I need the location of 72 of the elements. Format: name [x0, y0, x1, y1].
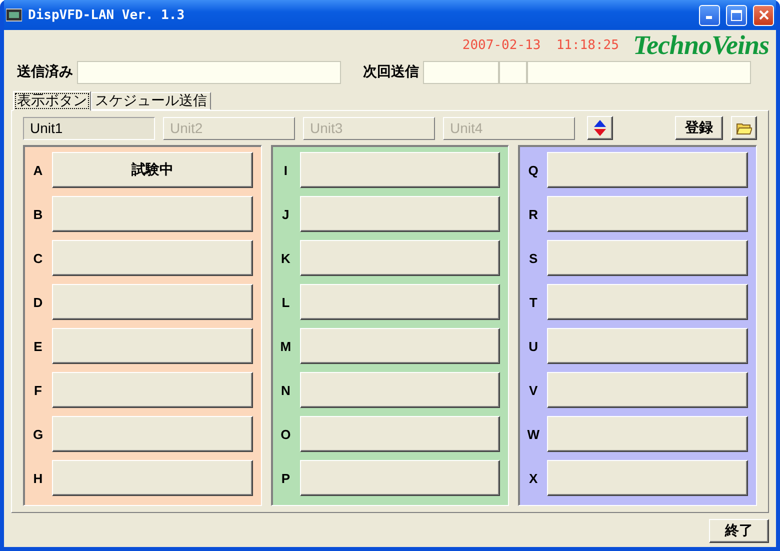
row-letter: C — [32, 250, 44, 266]
window-title: DispVFD-LAN Ver. 1.3 — [28, 8, 186, 22]
display-button[interactable] — [52, 460, 253, 496]
display-button[interactable] — [300, 328, 500, 364]
unit-tab[interactable]: Unit1 — [23, 116, 155, 140]
folder-icon — [736, 122, 752, 134]
sent-field[interactable] — [77, 60, 341, 84]
display-button[interactable] — [547, 372, 748, 408]
display-button[interactable] — [300, 284, 500, 320]
display-button[interactable] — [52, 284, 253, 320]
row-letter: I — [282, 162, 288, 178]
maximize-button[interactable] — [726, 4, 747, 26]
row-letter: O — [280, 426, 292, 442]
display-button[interactable] — [52, 372, 253, 408]
row-letter: K — [280, 250, 292, 266]
register-button[interactable]: 登録 — [675, 116, 723, 140]
row-letter: F — [33, 382, 43, 398]
display-button[interactable] — [547, 328, 748, 364]
open-button[interactable] — [731, 116, 757, 140]
next-message-field[interactable] — [527, 60, 751, 84]
display-button[interactable] — [52, 240, 253, 276]
swap-button[interactable] — [587, 116, 613, 140]
display-button[interactable] — [547, 196, 748, 232]
display-button[interactable] — [547, 460, 748, 496]
row-letter: V — [528, 382, 539, 398]
row-letter: E — [32, 338, 44, 354]
row-letter: Q — [527, 162, 540, 178]
next-field[interactable] — [499, 60, 527, 84]
close-button[interactable] — [753, 4, 774, 26]
row-letter: D — [32, 294, 44, 310]
display-button[interactable] — [300, 372, 500, 408]
display-button[interactable] — [300, 416, 500, 452]
row-letter: X — [528, 470, 539, 486]
display-button[interactable] — [52, 416, 253, 452]
row-letter: P — [280, 470, 291, 486]
row-letter: L — [280, 294, 291, 310]
display-button[interactable] — [547, 416, 748, 452]
row-letter: A — [32, 162, 44, 178]
display-button[interactable] — [300, 196, 500, 232]
up-down-arrows-icon — [593, 119, 607, 137]
row-letter: R — [528, 206, 540, 222]
display-button[interactable] — [300, 152, 500, 188]
display-button[interactable] — [547, 284, 748, 320]
display-button[interactable] — [300, 460, 500, 496]
row-letter: N — [280, 382, 292, 398]
next-date-field[interactable] — [423, 60, 499, 84]
display-button[interactable] — [52, 196, 253, 232]
row-letter: S — [528, 250, 539, 266]
display-button[interactable] — [52, 328, 253, 364]
next-send-label: 次回送信 — [363, 63, 419, 81]
row-letter: H — [32, 470, 44, 486]
exit-button[interactable]: 終了 — [709, 519, 769, 543]
row-letter: J — [281, 206, 290, 222]
display-button[interactable] — [300, 240, 500, 276]
logo: TechnoVeins — [632, 30, 769, 60]
display-button[interactable]: 試験中 — [52, 152, 253, 188]
tab[interactable]: 表示ボタン — [13, 91, 91, 111]
minimize-button[interactable] — [699, 4, 720, 26]
display-button[interactable] — [547, 152, 748, 188]
row-letter: M — [279, 338, 292, 354]
row-letter: G — [32, 426, 44, 442]
row-letter: U — [528, 338, 540, 354]
sent-label: 送信済み — [17, 63, 73, 81]
clock-text: 2007-02-13 11:18:25 — [462, 38, 619, 52]
row-letter: B — [32, 206, 44, 222]
row-letter: T — [528, 294, 538, 310]
row-letter: W — [526, 426, 540, 442]
tab[interactable]: スケジュール送信 — [91, 92, 211, 110]
maximize-icon — [731, 10, 742, 20]
app-icon — [6, 8, 22, 22]
display-button[interactable] — [547, 240, 748, 276]
close-icon — [758, 10, 768, 20]
